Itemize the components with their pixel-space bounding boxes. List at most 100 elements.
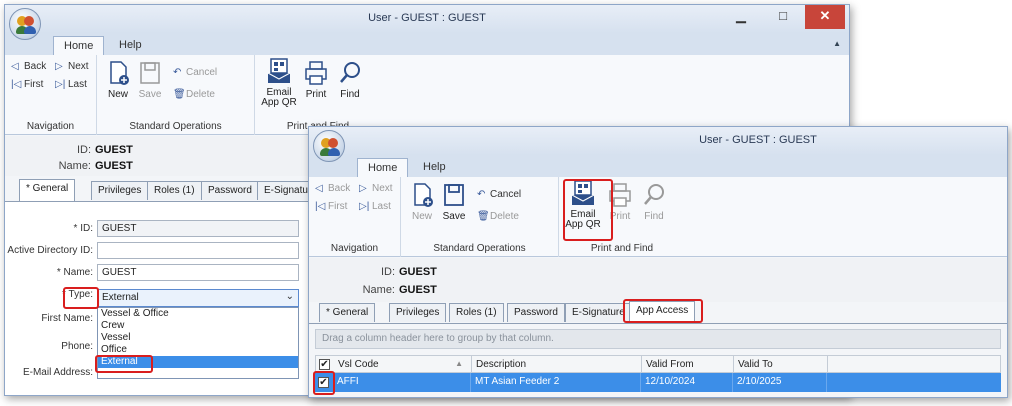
type-option-selected[interactable]: External — [98, 356, 298, 368]
col-description[interactable]: Description — [472, 356, 642, 372]
window-title: User - GUEST : GUEST — [699, 134, 817, 146]
col-valid-to[interactable]: Valid To — [734, 356, 828, 372]
app-logo-icon[interactable] — [313, 130, 345, 162]
tab-privileges[interactable]: Privileges — [91, 181, 149, 200]
col-vsl-code[interactable]: Vsl Code ▲ — [334, 356, 472, 372]
standard-operations-group: New Save ↶ Cancel 🗑Delete Standard Operat… — [401, 177, 559, 257]
tab-home[interactable]: Home — [53, 36, 105, 55]
cancel-button[interactable]: ↶ Cancel — [173, 67, 217, 83]
next-button[interactable]: ▷ Next — [359, 183, 393, 199]
navigation-group: ◁ Back ▷ Next |◁ First ▷| Last Navigation — [5, 55, 97, 135]
maximize-button[interactable]: □ — [763, 5, 803, 29]
id-field-label: * ID: — [73, 223, 93, 234]
printer-icon — [609, 183, 631, 207]
name-value: GUEST — [399, 284, 437, 296]
new-document-icon — [110, 61, 129, 85]
id-field[interactable]: GUEST — [97, 220, 299, 237]
row-select-cell[interactable]: ✔ — [315, 373, 333, 392]
ribbon: ◁ Back ▷ Next |◁ First ▷| Last Navigation Ne… — [309, 177, 1007, 257]
id-value: GUEST — [399, 266, 437, 278]
tab-esignature[interactable]: E-Signature — [565, 303, 632, 322]
tab-privileges[interactable]: Privileges — [389, 303, 447, 322]
print-find-group: Email App QR Print Find Print and Find — [255, 55, 381, 135]
tab-help[interactable]: Help — [413, 158, 456, 177]
select-all-cell[interactable]: ✔ — [316, 356, 334, 372]
tab-home[interactable]: Home — [357, 158, 409, 177]
table-row[interactable]: ✔ AFFI MT Asian Feeder 2 12/10/2024 2/10… — [315, 373, 1001, 392]
collapse-ribbon-icon[interactable]: ▲ — [833, 39, 841, 48]
cancel-button[interactable]: ↶ Cancel — [477, 189, 521, 205]
first-button[interactable]: |◁ First — [11, 79, 43, 95]
type-select[interactable]: External ⌄ — [97, 289, 299, 307]
record-header: ID: GUEST Name: GUEST — [309, 258, 1007, 302]
col-valid-from[interactable]: Valid From — [642, 356, 734, 372]
app-logo-icon[interactable] — [9, 8, 41, 40]
print-button[interactable]: Print — [301, 59, 331, 100]
group-by-panel[interactable]: Drag a column header here to group by th… — [315, 329, 1001, 349]
undo-icon: ↶ — [173, 67, 182, 78]
name-field-label: * Name: — [56, 267, 93, 278]
tab-password[interactable]: Password — [507, 303, 565, 322]
id-label: ID: — [380, 266, 395, 278]
tab-general[interactable]: * General — [319, 303, 376, 322]
email-app-qr-button[interactable]: Email App QR — [565, 179, 601, 230]
chevron-down-icon[interactable]: ⌄ — [286, 291, 294, 302]
type-option[interactable]: Office — [98, 344, 298, 356]
email-address-label: E-Mail Address: — [22, 367, 93, 378]
find-button[interactable]: Find — [639, 181, 669, 222]
navigation-group-label: Navigation — [330, 243, 379, 254]
checkbox-icon[interactable]: ✔ — [319, 359, 330, 370]
close-button[interactable]: ✕ — [805, 5, 845, 29]
new-button[interactable]: New — [407, 181, 437, 222]
email-app-qr-button[interactable]: Email App QR — [261, 57, 297, 108]
tab-roles[interactable]: Roles (1) — [449, 303, 504, 322]
grid-header: ✔ Vsl Code ▲ Description Valid From Valid… — [315, 355, 1001, 373]
next-button[interactable]: ▷ Next — [55, 61, 89, 77]
print-button[interactable]: Print — [605, 181, 635, 222]
print-find-label: Print and Find — [590, 243, 654, 254]
new-document-icon — [414, 183, 433, 207]
delete-button[interactable]: 🗑Delete — [477, 211, 519, 227]
delete-button[interactable]: 🗑Delete — [173, 89, 215, 105]
active-directory-field[interactable] — [97, 242, 299, 259]
last-button[interactable]: ▷| Last — [359, 201, 391, 217]
save-button[interactable]: Save — [135, 59, 165, 100]
standard-operations-group: New Save ↶ Cancel 🗑Delete Standard Operat… — [97, 55, 255, 135]
type-options-list: Vessel & Office Crew Vessel Office Exter… — [97, 307, 299, 379]
name-field[interactable]: GUEST — [97, 264, 299, 281]
tab-app-access[interactable]: App Access — [629, 301, 696, 323]
printer-icon — [305, 61, 327, 85]
trash-icon: 🗑 — [477, 211, 490, 222]
navigation-group: ◁ Back ▷ Next |◁ First ▷| Last Navigation — [309, 177, 401, 257]
cell-vsl-code: AFFI — [333, 373, 471, 392]
type-option[interactable]: Vessel — [98, 332, 298, 344]
print-find-group: Email App QR Print Find Print and Find — [559, 177, 685, 257]
first-icon: |◁ — [11, 79, 22, 90]
next-arrow-icon: ▷ — [55, 61, 63, 72]
checkbox-icon[interactable]: ✔ — [318, 377, 329, 388]
type-option[interactable]: Vessel & Office — [98, 308, 298, 320]
phone-label: Phone: — [61, 341, 93, 352]
first-button[interactable]: |◁ First — [315, 201, 347, 217]
find-button[interactable]: Find — [335, 59, 365, 100]
tab-password[interactable]: Password — [201, 181, 259, 200]
save-button[interactable]: Save — [439, 181, 469, 222]
navigation-group-label: Navigation — [26, 121, 75, 132]
tab-general[interactable]: * General — [19, 179, 76, 201]
sort-asc-icon: ▲ — [455, 359, 463, 368]
minimize-button[interactable]: ▁ — [721, 5, 761, 29]
qr-email-icon — [571, 180, 595, 205]
back-button[interactable]: ◁ Back — [11, 61, 46, 77]
tab-help[interactable]: Help — [109, 36, 152, 55]
id-value: GUEST — [95, 144, 133, 156]
tab-esignature[interactable]: E-Signatu — [257, 181, 315, 200]
back-button[interactable]: ◁ Back — [315, 183, 350, 199]
new-button[interactable]: New — [103, 59, 133, 100]
type-option[interactable]: Crew — [98, 320, 298, 332]
last-button[interactable]: ▷| Last — [55, 79, 87, 95]
name-label: Name: — [58, 160, 91, 172]
tab-roles[interactable]: Roles (1) — [147, 181, 202, 200]
title-bar: User - GUEST : GUEST — [309, 127, 1007, 155]
back-arrow-icon: ◁ — [315, 183, 323, 194]
last-icon: ▷| — [55, 79, 66, 90]
